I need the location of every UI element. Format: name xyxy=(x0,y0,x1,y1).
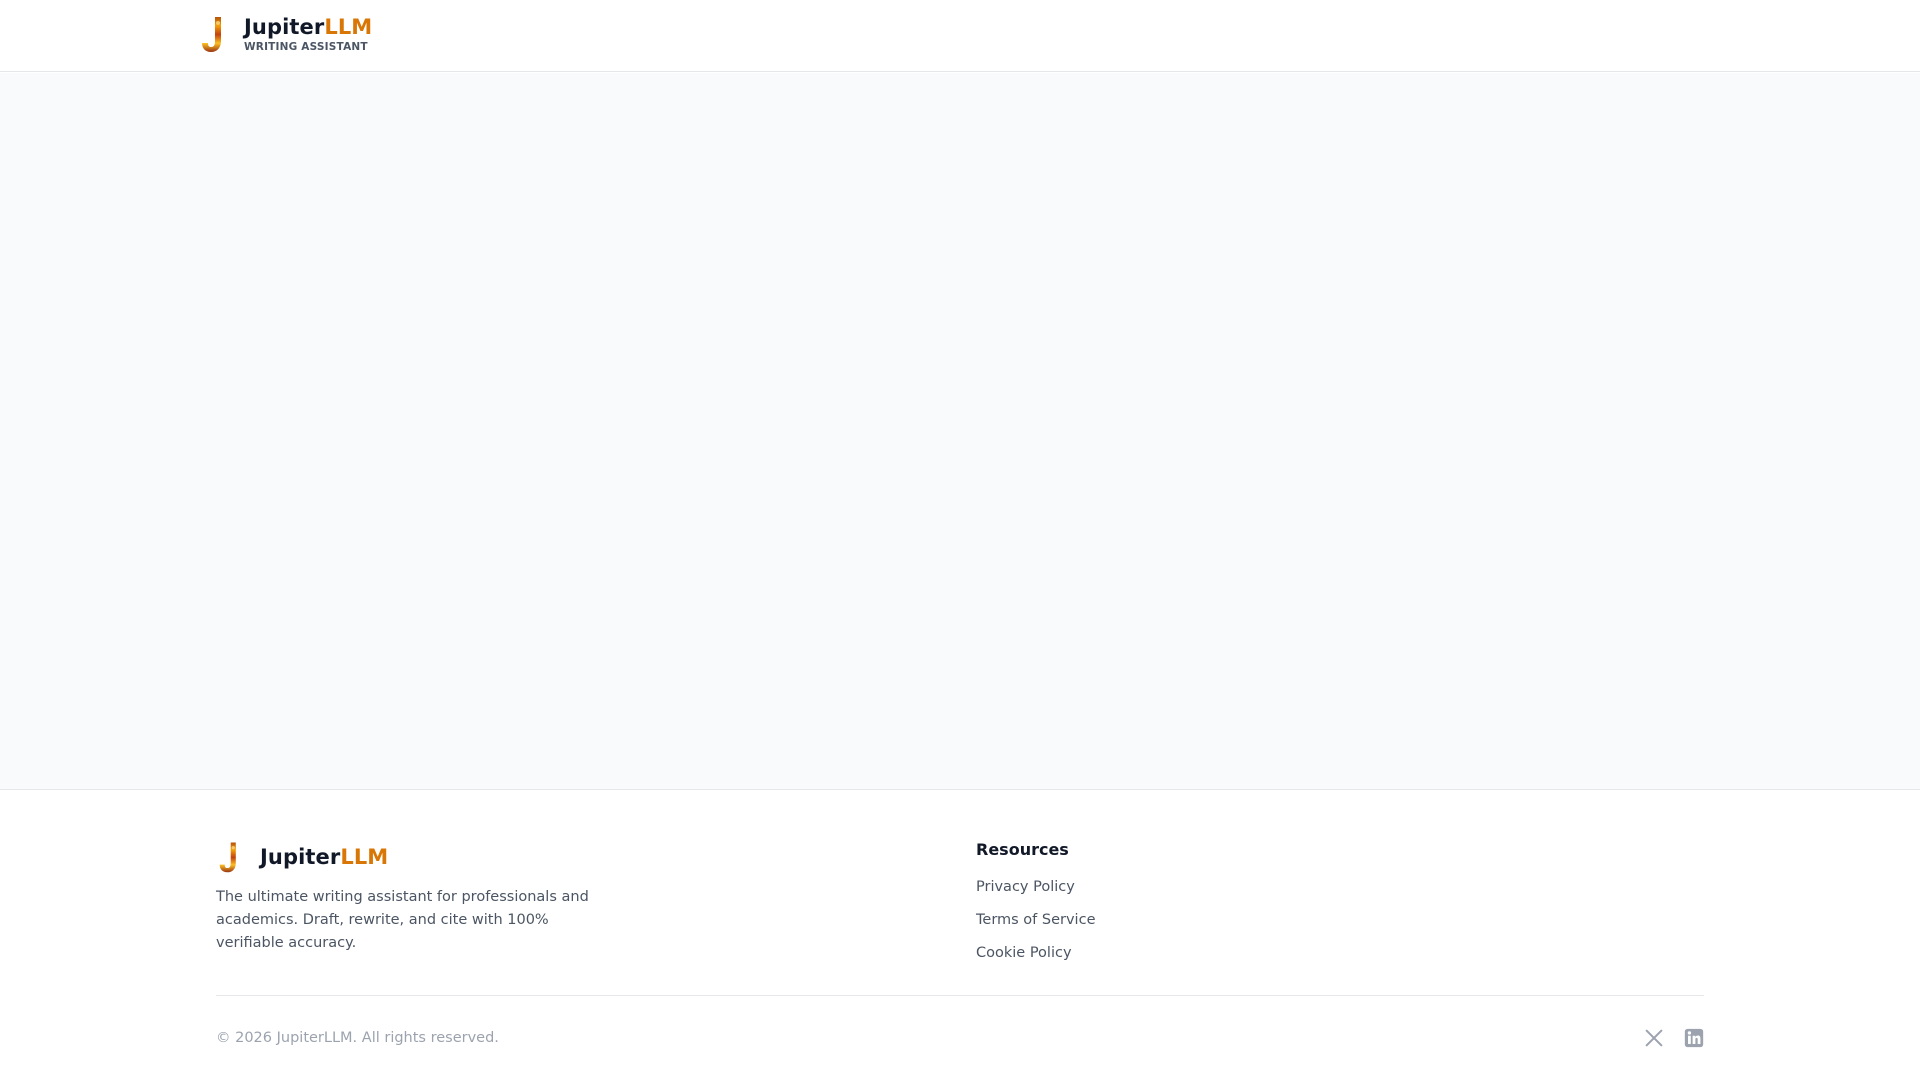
list-item: Terms of Service xyxy=(976,908,1095,931)
resources-nav: Resources Privacy Policy Terms of Servic… xyxy=(976,839,1095,974)
footer-description: The ultimate writing assistant for profe… xyxy=(216,889,589,951)
privacy-policy-link[interactable]: Privacy Policy xyxy=(976,879,1075,895)
cookie-policy-link[interactable]: Cookie Policy xyxy=(976,945,1072,961)
main-content-area xyxy=(0,73,1920,790)
brand-name-primary: Jupiter xyxy=(244,15,325,39)
copyright-text: © 2026 JupiterLLM. All rights reserved. xyxy=(216,1030,499,1046)
brand-name-accent: LLM xyxy=(324,15,373,39)
social-links xyxy=(1643,1027,1705,1049)
footer-divider xyxy=(216,995,1704,996)
linkedin-icon xyxy=(1684,1028,1704,1048)
header-brand-link[interactable]: JupiterLLM WRITING ASSISTANT xyxy=(198,14,372,54)
header-brand-name: JupiterLLM xyxy=(244,14,372,40)
brand-name-primary: Jupiter xyxy=(260,845,341,869)
brand-tagline: WRITING ASSISTANT xyxy=(244,41,368,53)
jupiter-logo-icon xyxy=(202,17,221,52)
list-item: Cookie Policy xyxy=(976,941,1095,964)
footer-brand-name: JupiterLLM xyxy=(260,844,388,870)
x-twitter-icon xyxy=(1645,1029,1663,1047)
brand-name-accent: LLM xyxy=(340,845,389,869)
site-footer: JupiterLLM The ultimate writing assistan… xyxy=(0,791,1920,1080)
x-twitter-link[interactable] xyxy=(1643,1027,1665,1049)
terms-of-service-link[interactable]: Terms of Service xyxy=(976,912,1095,928)
linkedin-link[interactable] xyxy=(1683,1027,1705,1049)
resources-title: Resources xyxy=(976,840,1069,859)
list-item: Privacy Policy xyxy=(976,875,1095,898)
footer-brand-link[interactable]: JupiterLLM xyxy=(216,840,388,874)
resources-list: Privacy Policy Terms of Service Cookie P… xyxy=(976,875,1095,964)
site-header: JupiterLLM WRITING ASSISTANT xyxy=(0,0,1920,72)
jupiter-logo-icon xyxy=(219,842,236,873)
